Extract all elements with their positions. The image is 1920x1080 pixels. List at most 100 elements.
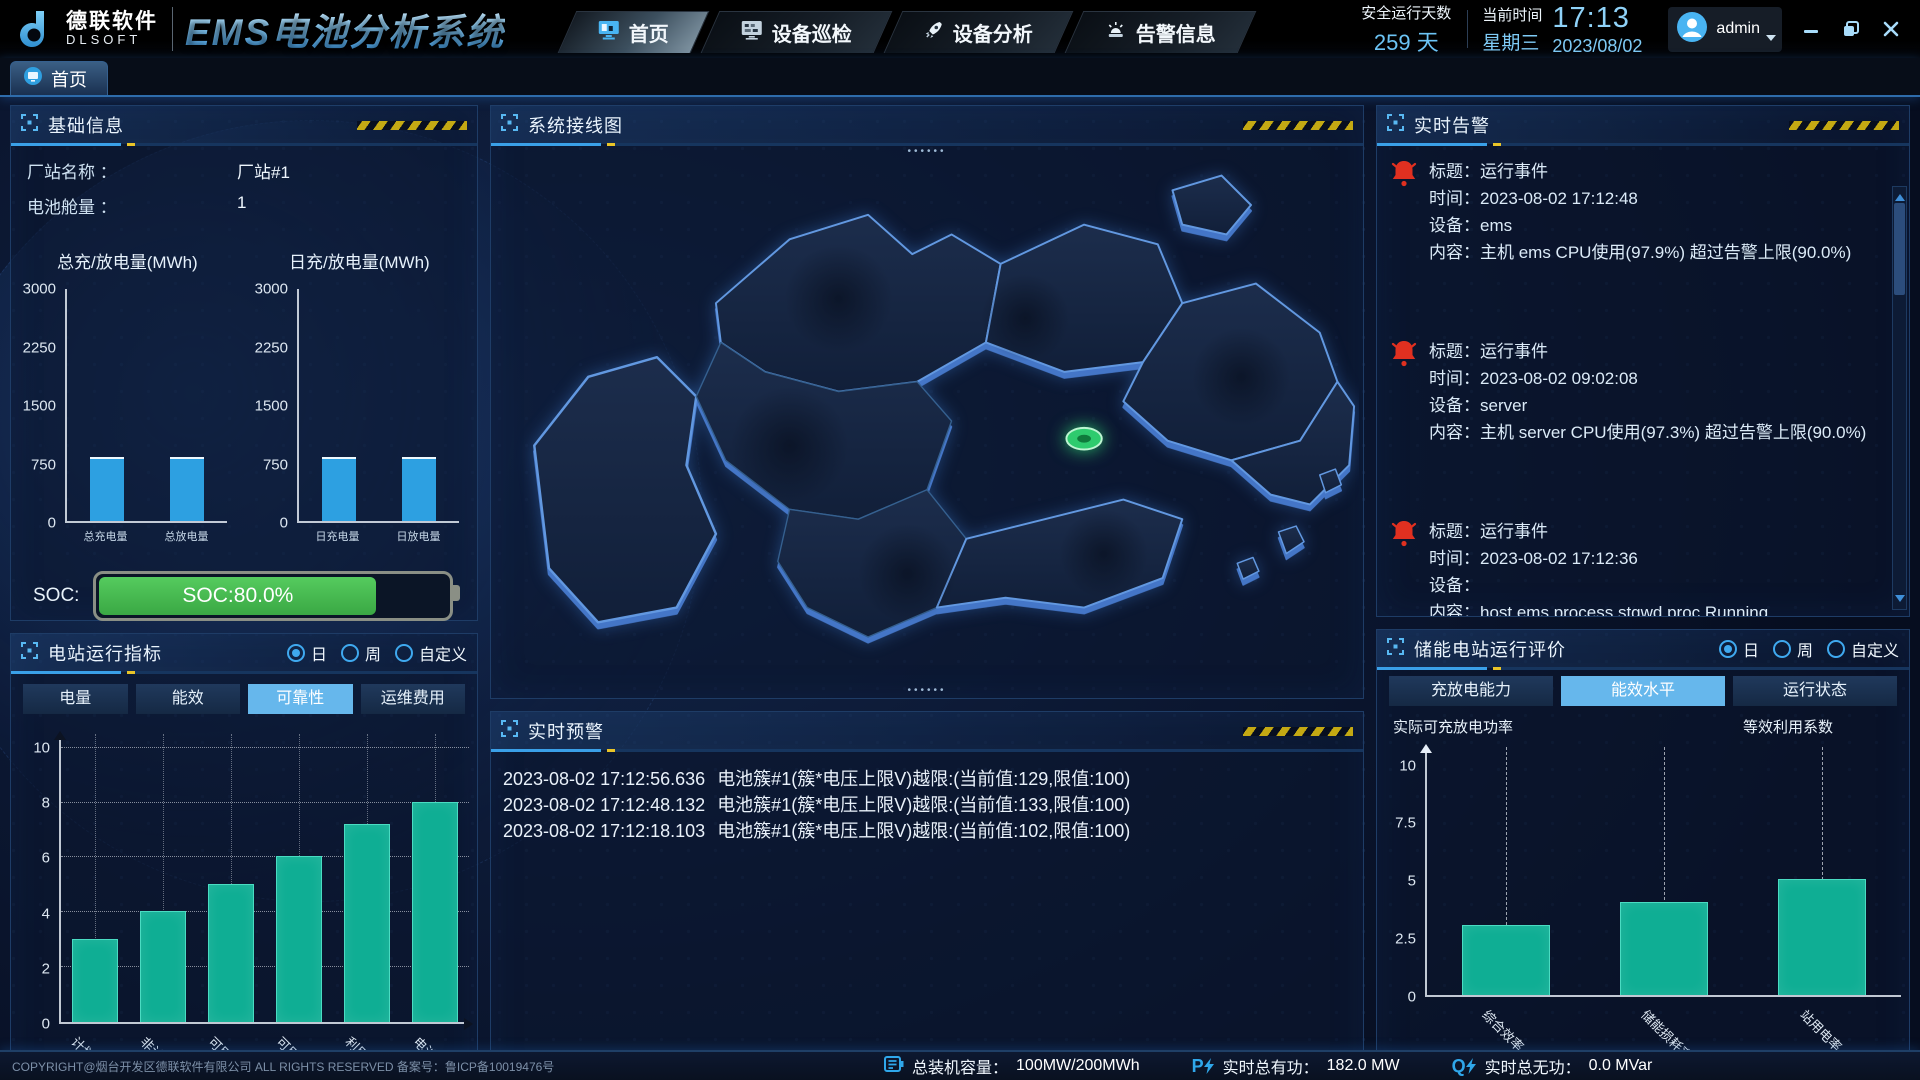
- alarm-item: 标题：运行事件 时间：2023-08-02 17:12:36 设备： 内容：ho…: [1389, 518, 1883, 616]
- minimize-button[interactable]: [1800, 18, 1822, 40]
- basic-info-panel: 基础信息 厂站名称 ： 厂站#1 电池舱量 ： 1: [10, 105, 478, 621]
- close-button[interactable]: [1880, 18, 1902, 40]
- alarm-time: 时间：2023-08-02 17:12:48: [1429, 185, 1851, 212]
- metric-label: 总装机容量：: [912, 1054, 1008, 1078]
- alarm-title: 标题：运行事件: [1429, 518, 1768, 545]
- tab-efficiency[interactable]: 能效: [136, 684, 241, 714]
- scroll-up-icon[interactable]: [1895, 189, 1905, 201]
- reactive-power: Q 实时总无功：0.0 MVar: [1452, 1054, 1653, 1078]
- bar-计划停运系数: [72, 939, 118, 1022]
- user-menu[interactable]: admin: [1668, 7, 1782, 52]
- panel-header: 电站运行指标 日 周 自定义: [11, 634, 477, 672]
- radio-week[interactable]: 周: [1773, 637, 1813, 661]
- region-map[interactable]: [495, 148, 1359, 694]
- nav-label: 设备分析: [953, 18, 1033, 47]
- battery-gauge: SOC:80.0%: [93, 571, 453, 621]
- efficiency-chart: 02.557.510综合效率储能损耗率站用电率: [1377, 737, 1909, 1061]
- evaluation-tabs: 充放电能力 能效水平 运行状态: [1377, 668, 1909, 710]
- x-label: 综合效率: [1479, 1005, 1529, 1055]
- nav-label: 告警信息: [1136, 18, 1216, 47]
- x-label: 站用电率: [1796, 1005, 1846, 1055]
- panel-header: 实时告警: [1377, 106, 1909, 144]
- realtime-alarm-panel: 实时告警 标题：运行事件 时间：2023-08-02 17:12:48 设: [1376, 105, 1910, 617]
- tab-running-status[interactable]: 运行状态: [1733, 676, 1897, 706]
- dlsoft-logo-icon: [14, 7, 58, 51]
- alarm-list: 标题：运行事件 时间：2023-08-02 17:12:48 设备：ems 内容…: [1377, 144, 1909, 616]
- bar-利用系数: [344, 824, 390, 1022]
- window-controls: [1794, 18, 1920, 40]
- radio-selected-icon: [287, 644, 305, 662]
- metric-label: 实时总无功：: [1485, 1054, 1581, 1078]
- battery-fill: SOC:80.0%: [99, 577, 376, 615]
- tab-charge-capability[interactable]: 充放电能力: [1389, 676, 1553, 706]
- soc-label: SOC:: [33, 585, 79, 607]
- tab-maintenance-cost[interactable]: 运维费用: [361, 684, 466, 714]
- radio-week[interactable]: 周: [341, 641, 381, 665]
- nav-tab-analysis[interactable]: 设备分析: [884, 11, 1074, 53]
- scroll-down-icon[interactable]: [1895, 595, 1905, 607]
- nav-tab-home[interactable]: 首页: [558, 11, 710, 53]
- tab-efficiency-level[interactable]: 能效水平: [1561, 676, 1725, 706]
- bar-可用系数: [276, 856, 322, 1022]
- hazard-stripes: [1243, 121, 1353, 130]
- maximize-button[interactable]: [1840, 18, 1862, 40]
- warning-text: 电池簇#1(簇*电压上限V)越限:(当前值:102,限值:100): [717, 818, 1130, 844]
- safe-days-value: 259 天: [1361, 25, 1451, 57]
- tab-energy[interactable]: 电量: [23, 684, 128, 714]
- radio-icon: [1773, 640, 1791, 658]
- app-header: 德联软件 DLSOFT EMS电池分析系统 首页 设备: [0, 0, 1920, 58]
- alarm-item: 标题：运行事件 时间：2023-08-02 17:12:48 设备：ems 内容…: [1389, 158, 1883, 266]
- radio-icon: [341, 644, 359, 662]
- alarm-scrollbar[interactable]: [1892, 186, 1907, 610]
- metrics-tabs: 电量 能效 可靠性 运维费用: [11, 672, 477, 718]
- splitter-handle[interactable]: ••••••: [907, 685, 946, 696]
- radio-icon: [395, 644, 413, 662]
- nav-tab-alarm-info[interactable]: 告警信息: [1065, 11, 1257, 53]
- radio-day[interactable]: 日: [1719, 637, 1759, 661]
- rocket-icon: [924, 20, 944, 45]
- panel-corner-icon: [21, 114, 38, 136]
- device-inspection-icon: [741, 20, 763, 45]
- warning-row: 2023-08-02 17:12:18.103 电池簇#1(簇*电压上限V)越限…: [503, 818, 1359, 844]
- metric-label: 实时总有功：: [1223, 1054, 1319, 1078]
- x-label: 总充电量: [84, 528, 128, 544]
- globe-badge-icon: [23, 66, 43, 91]
- radio-custom[interactable]: 自定义: [1827, 637, 1899, 661]
- field-value: 1: [237, 193, 246, 218]
- panel-title: 实时告警: [1414, 112, 1490, 138]
- bar-综合效率: [1462, 925, 1550, 995]
- active-power: P 实时总有功：182.0 MW: [1192, 1054, 1400, 1078]
- brand-cn: 德联软件: [66, 11, 158, 33]
- period-radio-group: 日 周 自定义: [287, 641, 467, 665]
- copyright-text: COPYRIGHT@烟台开发区德联软件有限公司 ALL RIGHTS RESER…: [0, 1058, 554, 1075]
- tab-reliability[interactable]: 可靠性: [248, 684, 353, 714]
- installed-capacity-icon: [884, 1055, 904, 1078]
- panel-title: 电站运行指标: [48, 640, 162, 666]
- reactive-power-icon: Q: [1452, 1056, 1477, 1077]
- field-row: 厂站名称 ： 厂站#1: [27, 158, 461, 183]
- clock-label: 当前时间: [1482, 4, 1542, 25]
- alarm-bell-icon: [1389, 518, 1419, 616]
- avatar: [1676, 11, 1708, 48]
- radio-day[interactable]: 日: [287, 641, 327, 665]
- daily-charge-discharge-chart: 日充/放电量(MWh) 0750150022503000日充电量日放电量: [249, 248, 467, 545]
- alarm-title: 标题：运行事件: [1429, 338, 1866, 365]
- field-value: 厂站#1: [237, 158, 290, 183]
- alarm-content: 内容：主机 server CPU使用(97.3%) 超过告警上限(90.0%): [1429, 419, 1866, 446]
- status-bar: COPYRIGHT@烟台开发区德联软件有限公司 ALL RIGHTS RESER…: [0, 1050, 1920, 1080]
- soc-indicator: SOC: SOC:80.0%: [11, 545, 477, 621]
- active-power-icon: P: [1192, 1056, 1215, 1077]
- station-fields: 厂站名称 ： 厂站#1 电池舱量 ： 1: [11, 144, 477, 232]
- page-tab-home[interactable]: 首页: [10, 61, 108, 95]
- wiring-diagram-panel: 系统接线图 ••••••: [490, 105, 1364, 699]
- scrollbar-thumb[interactable]: [1894, 203, 1905, 295]
- hazard-stripes: [1789, 121, 1899, 130]
- panel-corner-icon: [21, 642, 38, 664]
- nav-tab-inspection[interactable]: 设备巡检: [701, 11, 893, 53]
- radio-custom[interactable]: 自定义: [395, 641, 467, 665]
- clock-time: 17:13: [1552, 2, 1642, 35]
- x-label: 日放电量: [397, 528, 441, 544]
- sub-label-power: 实际可充放电功率: [1393, 716, 1513, 737]
- field-row: 电池舱量 ： 1: [27, 193, 461, 218]
- ems-dashboard: 德联软件 DLSOFT EMS电池分析系统 首页 设备: [0, 0, 1920, 1080]
